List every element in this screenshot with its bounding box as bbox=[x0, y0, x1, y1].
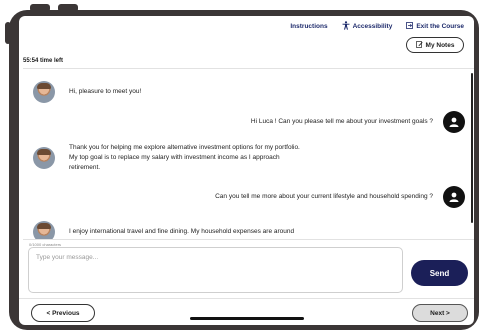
my-notes-button[interactable]: My Notes bbox=[406, 37, 464, 53]
tablet-power-button bbox=[58, 4, 78, 12]
tablet-volume-button bbox=[30, 4, 50, 12]
chat-message-user: Hi Luca ! Can you please tell me about y… bbox=[251, 111, 465, 133]
nav-exit-course[interactable]: Exit the Course bbox=[406, 22, 464, 31]
message-text: Hi, pleasure to meet you! bbox=[69, 88, 142, 95]
chat-message-persona: I enjoy international travel and fine di… bbox=[33, 221, 295, 239]
top-nav: Instructions Accessibility Exit the Cour… bbox=[290, 21, 464, 32]
nav-accessibility[interactable]: Accessibility bbox=[342, 21, 393, 32]
message-text: Can you tell me more about your current … bbox=[215, 193, 433, 200]
user-icon bbox=[449, 117, 459, 127]
user-avatar bbox=[443, 186, 465, 208]
nav-exit-label: Exit the Course bbox=[416, 23, 464, 30]
user-avatar bbox=[443, 111, 465, 133]
message-text: Thank you for helping me explore alterna… bbox=[69, 144, 300, 171]
app-screen: Instructions Accessibility Exit the Cour… bbox=[19, 16, 474, 325]
nav-instructions[interactable]: Instructions bbox=[290, 23, 327, 30]
chat-message-user: Can you tell me more about your current … bbox=[215, 186, 465, 208]
nav-accessibility-label: Accessibility bbox=[352, 23, 393, 30]
message-input[interactable] bbox=[28, 247, 403, 293]
next-button[interactable]: Next > bbox=[412, 304, 468, 322]
send-button[interactable]: Send bbox=[411, 260, 468, 286]
message-text: Hi Luca ! Can you please tell me about y… bbox=[250, 118, 433, 125]
notes-icon bbox=[415, 40, 423, 50]
footer-divider bbox=[19, 298, 474, 299]
home-indicator bbox=[190, 317, 304, 320]
nav-instructions-label: Instructions bbox=[290, 23, 328, 30]
previous-button[interactable]: < Previous bbox=[31, 304, 95, 322]
persona-avatar bbox=[33, 81, 55, 103]
chat-scrollbar[interactable] bbox=[471, 73, 473, 223]
message-text: I enjoy international travel and fine di… bbox=[69, 228, 295, 235]
chat-message-persona: Hi, pleasure to meet you! bbox=[33, 81, 141, 103]
persona-avatar bbox=[33, 147, 55, 169]
tablet-side-button bbox=[5, 22, 11, 44]
time-remaining: 55:54 time left bbox=[23, 58, 64, 64]
user-icon bbox=[449, 192, 459, 202]
chat-message-persona: Thank you for helping me explore alterna… bbox=[33, 143, 300, 173]
my-notes-label: My Notes bbox=[425, 41, 455, 49]
persona-avatar bbox=[33, 221, 55, 239]
accessibility-icon bbox=[342, 21, 350, 32]
chat-transcript[interactable]: Hi, pleasure to meet you! Hi Luca ! Can … bbox=[23, 68, 474, 240]
exit-icon bbox=[406, 22, 414, 31]
